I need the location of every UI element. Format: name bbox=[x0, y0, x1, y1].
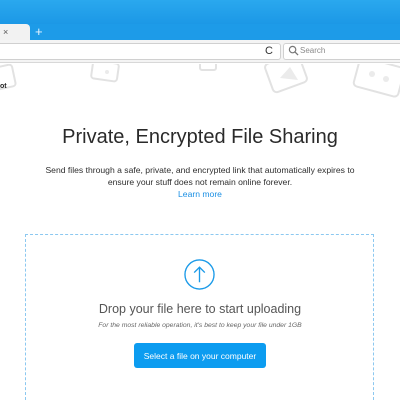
page-description: Send files through a safe, private, and … bbox=[45, 165, 355, 187]
decorative-background-shapes bbox=[0, 64, 400, 98]
select-file-button[interactable]: Select a file on your computer bbox=[134, 343, 266, 368]
upload-arrow-icon bbox=[184, 259, 215, 290]
logo-fragment: ot bbox=[0, 83, 7, 90]
tab-strip bbox=[0, 24, 400, 40]
search-placeholder: Search bbox=[300, 46, 326, 55]
drop-zone-title: Drop your file here to start uploading bbox=[98, 302, 302, 316]
tab-close-icon[interactable]: × bbox=[3, 26, 8, 38]
reload-icon[interactable]: C bbox=[265, 44, 273, 58]
window-title-bar bbox=[0, 0, 400, 24]
learn-more-link[interactable]: Learn more bbox=[0, 189, 400, 199]
file-size-hint: For the most reliable operation, it's be… bbox=[98, 322, 302, 329]
url-bar[interactable] bbox=[0, 43, 281, 60]
new-tab-button[interactable]: + bbox=[35, 25, 43, 38]
search-icon bbox=[288, 45, 299, 56]
page-title: Private, Encrypted File Sharing bbox=[62, 126, 338, 148]
